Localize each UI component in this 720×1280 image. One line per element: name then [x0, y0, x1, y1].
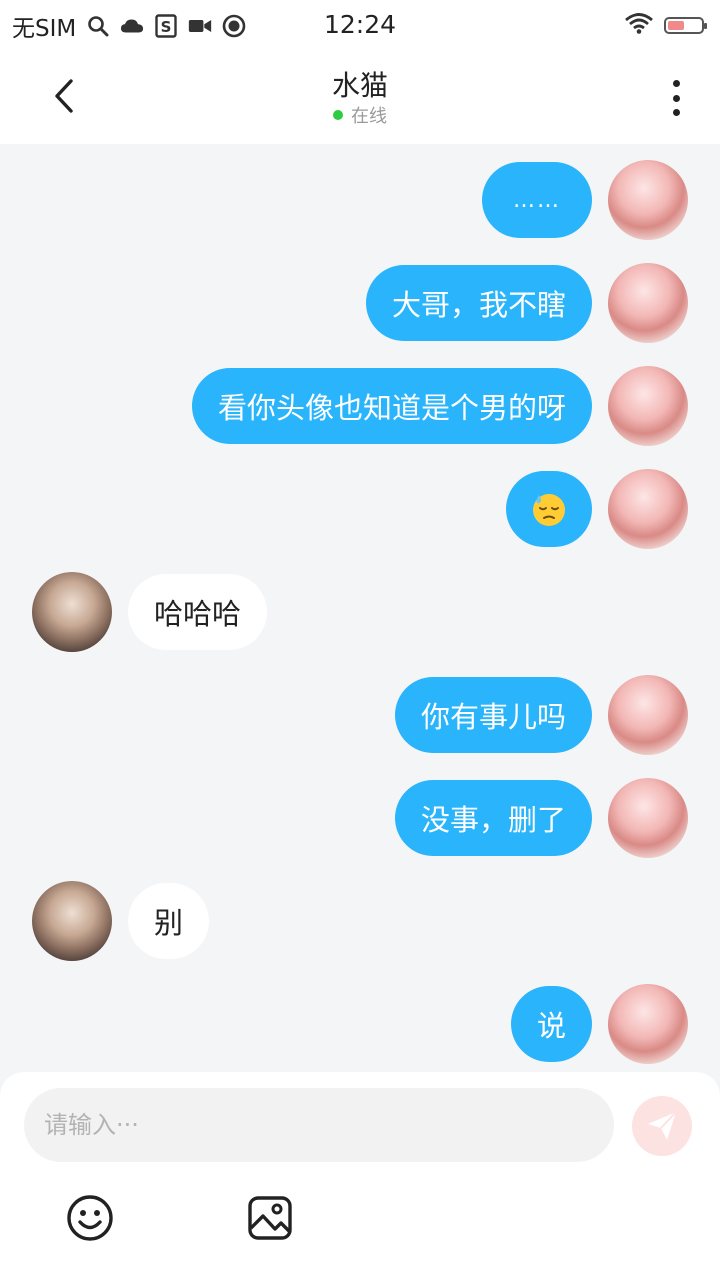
- message-row: 你有事儿吗: [0, 675, 720, 755]
- more-dot: [672, 80, 680, 87]
- send-button[interactable]: [632, 1096, 692, 1156]
- my-avatar[interactable]: [608, 263, 688, 343]
- image-button[interactable]: [244, 1192, 296, 1244]
- emoji-button[interactable]: [64, 1192, 116, 1244]
- message-bubble[interactable]: 没事，删了: [394, 780, 592, 856]
- my-avatar[interactable]: [608, 984, 688, 1064]
- message-row: [0, 469, 720, 549]
- contact-name: 水猫: [331, 69, 388, 102]
- status-right: [624, 12, 707, 38]
- message-input[interactable]: [24, 1088, 614, 1162]
- message-row: 看你头像也知道是个男的呀: [0, 366, 720, 446]
- message-text: 说: [536, 1009, 566, 1043]
- my-avatar[interactable]: [608, 366, 688, 446]
- clock: 12:24: [323, 10, 397, 39]
- message-row: 哈哈哈: [0, 572, 720, 652]
- contact-avatar[interactable]: [32, 572, 112, 652]
- message-bubble[interactable]: 哈哈哈: [128, 574, 268, 650]
- downcast-sweat-face-icon: [533, 494, 565, 526]
- message-row: 没事，删了: [0, 778, 720, 858]
- message-bubble[interactable]: 说: [510, 986, 592, 1062]
- more-button[interactable]: [662, 76, 690, 120]
- status-bar: 无SIM S 12:24: [0, 0, 720, 52]
- message-row: 大哥，我不瞎: [0, 263, 720, 343]
- emoji-icon: [67, 1195, 113, 1241]
- message-text: 大哥，我不瞎: [391, 288, 566, 322]
- message-bubble[interactable]: 大哥，我不瞎: [365, 265, 592, 341]
- battery-icon: [664, 16, 707, 34]
- message-text: 没事，删了: [420, 803, 566, 837]
- online-dot: [333, 110, 343, 120]
- message-text: 你有事儿吗: [420, 700, 566, 734]
- my-avatar[interactable]: [608, 469, 688, 549]
- message-bubble[interactable]: 看你头像也知道是个男的呀: [191, 368, 592, 444]
- message-bubble[interactable]: 你有事儿吗: [394, 677, 592, 753]
- image-icon: [248, 1196, 292, 1240]
- my-avatar[interactable]: [608, 160, 688, 240]
- contact-avatar[interactable]: [32, 881, 112, 961]
- send-icon: [648, 1111, 677, 1140]
- message-bubble[interactable]: 别: [128, 883, 210, 959]
- message-list[interactable]: …… 大哥，我不瞎 看你头像也知道是个男的呀 哈哈哈 你有事儿吗 没事，删了 别…: [0, 144, 720, 1072]
- message-row: 别: [0, 881, 720, 961]
- message-text: 别: [154, 906, 184, 940]
- online-status-text: 在线: [351, 106, 387, 127]
- message-text: 看你头像也知道是个男的呀: [217, 391, 566, 425]
- more-dot: [672, 94, 680, 102]
- message-bubble[interactable]: [506, 471, 592, 547]
- message-bubble[interactable]: ……: [482, 162, 592, 238]
- my-avatar[interactable]: [608, 778, 688, 858]
- message-row: 说: [0, 984, 720, 1064]
- chat-header: 水猫 在线: [0, 52, 720, 144]
- message-text: 哈哈哈: [154, 597, 242, 631]
- message-text: ……: [513, 187, 561, 213]
- composer: [0, 1072, 720, 1280]
- message-row: ……: [0, 160, 720, 240]
- my-avatar[interactable]: [608, 675, 688, 755]
- wifi-icon: [624, 12, 654, 38]
- online-status: 在线: [0, 102, 720, 128]
- more-dot: [672, 109, 680, 116]
